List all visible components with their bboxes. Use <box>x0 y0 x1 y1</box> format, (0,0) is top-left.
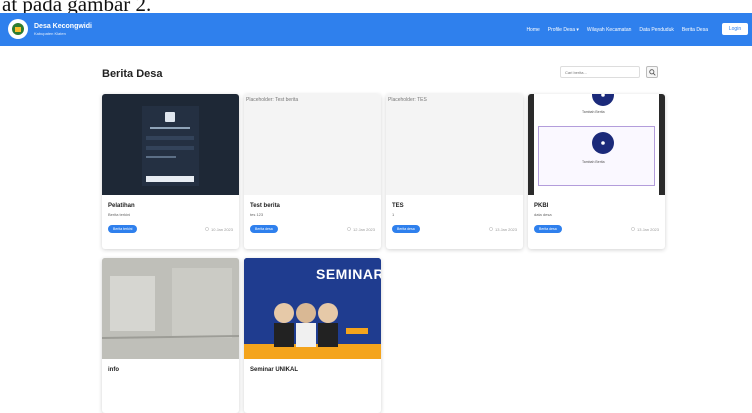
card-thumbnail: Placeholder: Test berita <box>244 94 381 195</box>
news-card[interactable]: Pelatihan Berita terkini Berita terkini … <box>102 94 239 249</box>
placeholder-text: Placeholder: TES <box>388 97 427 103</box>
step-label: Tambah Berita <box>582 160 605 164</box>
date-text: 13 Jan 2023 <box>636 226 659 232</box>
search-input[interactable] <box>560 66 640 78</box>
card-date: 13 Jan 2023 <box>489 227 517 232</box>
card-subtitle: Berita terkini <box>108 212 131 217</box>
card-thumbnail <box>102 94 239 195</box>
card-title: PKBI <box>534 203 549 209</box>
category-badge[interactable]: Berita desa <box>392 225 420 233</box>
nav-item-wilayah[interactable]: Wilayah Kecamatan <box>587 27 631 33</box>
card-title: TES <box>392 203 404 209</box>
main-content: Berita Desa Pelatihan Berita terkini Ber… <box>0 46 752 413</box>
card-title: Seminar UNIKAL <box>250 367 299 373</box>
card-date: 10 Jan 2023 <box>205 227 233 232</box>
nav-item-profile[interactable]: Profile Desa ▾ <box>548 27 579 33</box>
login-button[interactable]: Login <box>722 23 748 35</box>
news-card[interactable]: SEMINAR Seminar UNIKAL <box>244 258 381 413</box>
brand-subtitle: Kabupaten Klaten <box>34 30 66 36</box>
clock-icon <box>631 227 635 231</box>
news-card[interactable]: info <box>102 258 239 413</box>
nav-item-berita[interactable]: Berita Desa <box>682 27 708 33</box>
news-card[interactable]: Placeholder: Test berita Test berita tes… <box>244 94 381 249</box>
nav-item-data[interactable]: Data Penduduk <box>639 27 673 33</box>
top-navbar: Desa Kecongwidi Kabupaten Klaten Home Pr… <box>0 13 752 46</box>
card-subtitle: tes 123 <box>250 212 264 217</box>
card-date: 12 Jan 2023 <box>347 227 375 232</box>
placeholder-text: Placeholder: Test berita <box>246 97 299 103</box>
card-title: Test berita <box>250 203 280 209</box>
village-logo-icon <box>8 19 28 39</box>
card-thumbnail: Placeholder: TES <box>386 94 523 195</box>
nav-menu: Home Profile Desa ▾ Wilayah Kecamatan Da… <box>526 27 708 33</box>
page-title: Berita Desa <box>102 68 163 80</box>
news-card[interactable]: Placeholder: TES TES 1 Berita desa 13 Ja… <box>386 94 523 249</box>
brand-title: Desa Kecongwidi <box>34 22 92 30</box>
card-thumbnail <box>102 258 239 359</box>
poster-title: SEMINAR <box>316 266 381 282</box>
clock-icon <box>489 227 493 231</box>
card-date: 13 Jan 2023 <box>631 227 659 232</box>
news-card[interactable]: Tambah Berita Tambah Berita PKBI data de… <box>528 94 665 249</box>
date-text: 10 Jan 2023 <box>210 226 233 232</box>
card-subtitle: 1 <box>392 212 395 217</box>
date-text: 12 Jan 2023 <box>352 226 375 232</box>
date-text: 13 Jan 2023 <box>494 226 517 232</box>
category-badge[interactable]: Berita terkini <box>108 225 138 233</box>
card-thumbnail: Tambah Berita Tambah Berita <box>528 94 665 195</box>
search-bar <box>560 66 658 78</box>
card-title: info <box>108 367 119 373</box>
step-circle-icon <box>592 94 614 106</box>
clock-icon <box>347 227 351 231</box>
category-badge[interactable]: Berita desa <box>250 225 278 233</box>
card-subtitle: data desa <box>534 212 552 217</box>
brand[interactable]: Desa Kecongwidi Kabupaten Klaten <box>8 19 92 39</box>
search-button[interactable] <box>646 66 658 78</box>
step-circle-icon <box>592 132 614 154</box>
step-label: Tambah Berita <box>582 110 605 114</box>
clock-icon <box>205 227 209 231</box>
nav-item-home[interactable]: Home <box>526 27 539 33</box>
category-badge[interactable]: Berita desa <box>534 225 562 233</box>
search-icon <box>648 68 656 76</box>
card-title: Pelatihan <box>108 203 135 209</box>
card-thumbnail: SEMINAR <box>244 258 381 359</box>
